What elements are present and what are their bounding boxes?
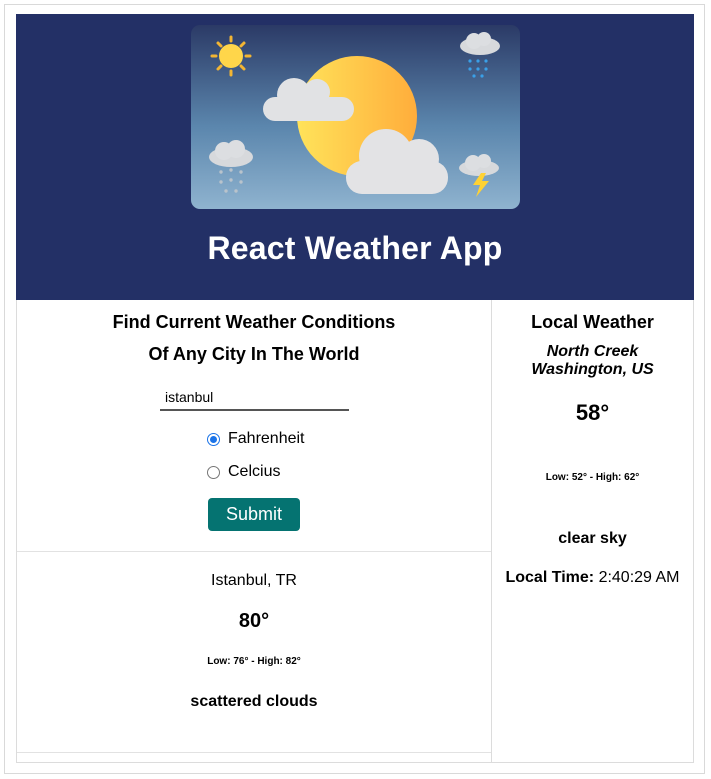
result-low-high: Low: 76° - High: 82° — [207, 656, 301, 667]
search-result-card: Istanbul, TR 80° Low: 76° - High: 82° sc… — [17, 552, 491, 753]
submit-button[interactable]: Submit — [208, 498, 300, 531]
local-region: Washington, US — [531, 361, 654, 378]
local-description: clear sky — [558, 530, 627, 547]
fahrenheit-label: Fahrenheit — [228, 430, 305, 447]
unit-option-celcius[interactable]: Celcius — [207, 463, 280, 481]
result-description: scattered clouds — [190, 693, 318, 710]
local-time-value: 2:40:29 AM — [598, 569, 680, 586]
result-location: Istanbul, TR — [211, 572, 297, 589]
local-time-label: Local Time: — [505, 569, 595, 586]
celcius-label: Celcius — [228, 463, 281, 480]
search-heading-line2: Of Any City In The World — [148, 344, 360, 364]
fahrenheit-radio[interactable] — [207, 432, 220, 446]
celcius-radio[interactable] — [207, 465, 220, 479]
local-weather-heading: Local Weather — [531, 312, 654, 332]
result-temperature: 80° — [238, 610, 270, 632]
local-city: North Creek — [546, 343, 639, 360]
unit-option-fahrenheit[interactable]: Fahrenheit — [207, 430, 305, 448]
local-low-high: Low: 52° - High: 62° — [545, 472, 640, 483]
app-title: React Weather App — [207, 230, 503, 266]
city-search-input[interactable] — [160, 385, 349, 411]
local-weather-panel: Local Weather North Creek Washington, US… — [491, 300, 694, 763]
search-form: Find Current Weather Conditions Of Any C… — [17, 300, 491, 552]
local-temperature: 58° — [575, 400, 610, 425]
app-header: React Weather App — [16, 14, 694, 300]
local-time: Local Time: 2:40:29 AM — [492, 569, 693, 587]
search-heading-line1: Find Current Weather Conditions — [112, 312, 396, 332]
weather-hero-image — [191, 25, 520, 209]
search-column: Find Current Weather Conditions Of Any C… — [16, 300, 491, 763]
